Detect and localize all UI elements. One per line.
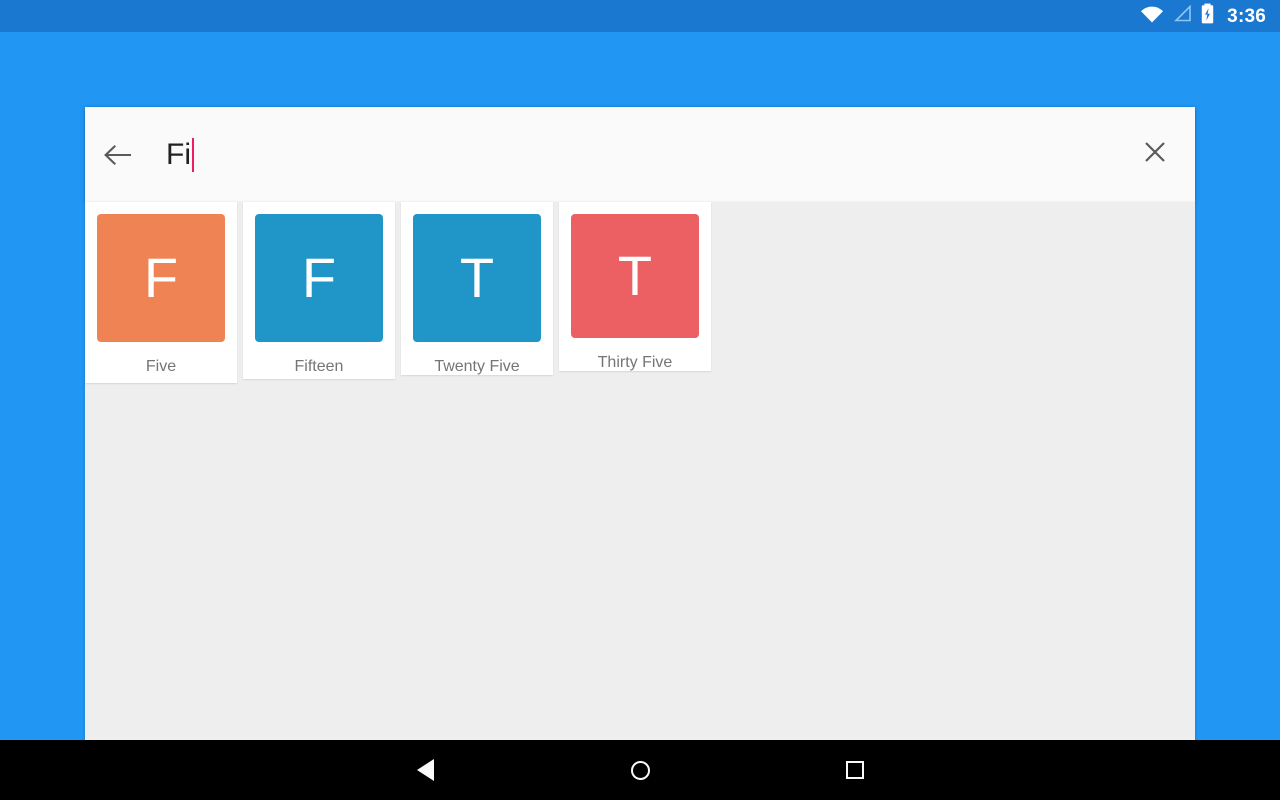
nav-back-button[interactable]: [377, 740, 473, 800]
search-panel: Fi F Five F Fifteen T Twenty Five T Thirty Five: [85, 107, 1195, 740]
search-toolbar: Fi: [85, 107, 1195, 202]
search-input[interactable]: Fi: [166, 139, 191, 170]
signal-icon: [1173, 4, 1192, 27]
status-bar-clock: 3:36: [1227, 5, 1266, 27]
square-recents-icon: [846, 761, 864, 779]
search-results-list: F Five F Fifteen T Twenty Five T Thirty Five: [85, 202, 1195, 383]
triangle-back-icon: [416, 759, 434, 781]
search-input-area[interactable]: Fi: [151, 107, 1115, 202]
nav-recents-button[interactable]: [807, 740, 903, 800]
result-label: Twenty Five: [434, 358, 520, 375]
status-bar-icons: 3:36: [1140, 3, 1266, 29]
search-clear-button[interactable]: [1115, 107, 1195, 202]
result-label: Thirty Five: [597, 354, 673, 371]
result-avatar-tile: T: [571, 214, 699, 338]
text-caret: [192, 137, 194, 172]
search-result-card[interactable]: F Fifteen: [243, 202, 395, 379]
result-avatar-tile: F: [255, 214, 383, 342]
result-label: Fifteen: [294, 358, 344, 375]
android-navigation-bar: [0, 740, 1280, 800]
result-label: Five: [145, 358, 177, 375]
search-result-card[interactable]: T Twenty Five: [401, 202, 553, 375]
search-back-button[interactable]: [85, 107, 151, 202]
nav-home-button[interactable]: [592, 740, 688, 800]
result-avatar-tile: F: [97, 214, 225, 342]
result-avatar-tile: T: [413, 214, 541, 342]
search-results-area: F Five F Fifteen T Twenty Five T Thirty Five: [85, 202, 1195, 740]
battery-charging-icon: [1201, 3, 1214, 29]
android-screen: 3:36 Fi F Five F Fifteen T Twenty Five T…: [0, 0, 1280, 800]
circle-home-icon: [630, 760, 650, 780]
arrow-back-icon: [103, 142, 133, 168]
status-bar: 3:36: [0, 0, 1280, 32]
search-result-card[interactable]: F Five: [85, 202, 237, 383]
search-result-card[interactable]: T Thirty Five: [559, 202, 711, 371]
close-icon: [1142, 139, 1168, 170]
wifi-icon: [1140, 5, 1164, 28]
